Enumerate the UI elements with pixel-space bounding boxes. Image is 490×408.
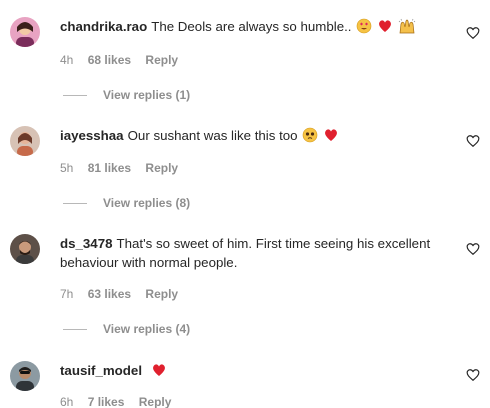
avatar[interactable] [10,17,40,47]
comment-text: iayesshaa Our sushant was like this too [60,126,450,145]
comment-text: ds_3478 That's so sweet of him. First tim… [60,234,450,253]
comment-meta: 7h 63 likes Reply [60,287,189,301]
heart-eyes-emoji-icon [356,18,372,34]
view-replies-label[interactable]: View replies (1) [103,88,190,102]
timestamp: 7h [60,287,74,301]
comment-text: chandrika.rao The Deols are always so hum… [60,17,450,36]
comment-meta: 6h 7 likes Reply [60,395,182,408]
likes-count[interactable]: 81 likes [88,161,131,175]
timestamp: 6h [60,395,74,408]
avatar[interactable] [10,126,40,156]
comment-body: The Deols are always so humble.. [151,19,352,34]
like-heart-icon[interactable] [466,242,480,256]
replies-divider [63,94,87,96]
like-heart-icon[interactable] [466,134,480,148]
view-replies-label[interactable]: View replies (4) [103,322,190,336]
reply-button[interactable]: Reply [145,287,178,301]
view-replies-button[interactable]: View replies (1) [63,88,190,102]
replies-divider [63,328,87,330]
comment-body-line-1: That's so sweet of him. First time seein… [116,236,431,251]
reply-button[interactable]: Reply [139,395,172,408]
pleading-face-emoji-icon [302,127,318,143]
reply-button[interactable]: Reply [145,161,178,175]
like-heart-icon[interactable] [466,26,480,40]
comments-list: chandrika.rao The Deols are always so hum… [0,0,490,408]
avatar[interactable] [10,234,40,264]
likes-count[interactable]: 63 likes [88,287,131,301]
username[interactable]: ds_3478 [60,236,113,251]
comment-body-line-2: behaviour with normal people. [60,255,238,270]
view-replies-button[interactable]: View replies (4) [63,322,190,336]
raising-hands-emoji-icon [398,18,416,34]
comment-body: Our sushant was like this too [127,128,298,143]
view-replies-label[interactable]: View replies (8) [103,196,190,210]
likes-count[interactable]: 68 likes [88,53,131,67]
red-heart-emoji-icon [377,18,393,34]
reply-button[interactable]: Reply [145,53,178,67]
timestamp: 5h [60,161,74,175]
username[interactable]: tausif_model [60,363,142,378]
replies-divider [63,202,87,204]
avatar[interactable] [10,361,40,391]
view-replies-button[interactable]: View replies (8) [63,196,190,210]
timestamp: 4h [60,53,74,67]
like-heart-icon[interactable] [466,368,480,382]
likes-count[interactable]: 7 likes [88,395,125,408]
red-heart-emoji-icon [151,362,167,378]
username[interactable]: chandrika.rao [60,19,147,34]
comment-meta: 5h 81 likes Reply [60,161,189,175]
red-heart-emoji-icon [323,127,339,143]
username[interactable]: iayesshaa [60,128,124,143]
comment-meta: 4h 68 likes Reply [60,53,189,67]
comment-text: tausif_model [60,361,450,380]
